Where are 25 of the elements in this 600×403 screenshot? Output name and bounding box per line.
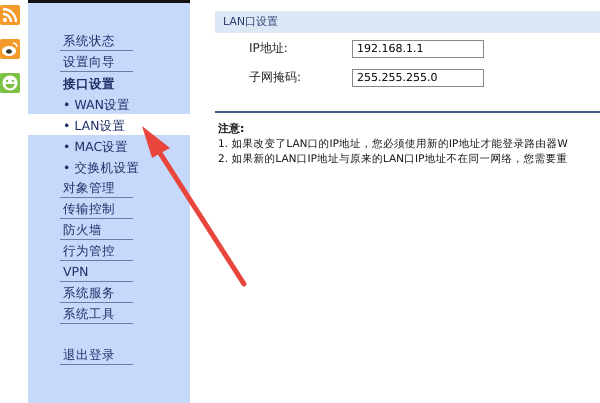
notes-title: 注意: — [218, 121, 246, 136]
input-field[interactable]: 255.255.255.0 — [352, 68, 484, 86]
sidebar-item[interactable]: 对象管理 — [60, 178, 133, 198]
sidebar-item[interactable]: 系统状态 — [60, 31, 133, 51]
sidebar-item[interactable]: 系统工具 — [60, 304, 133, 324]
sidebar-item[interactable]: VPN — [60, 262, 133, 282]
input-field[interactable]: 192.168.1.1 — [352, 40, 484, 58]
sidebar-item[interactable]: • 交换机设置 — [60, 158, 140, 177]
sidebar-item[interactable]: 系统服务 — [60, 283, 133, 303]
field-label: IP地址: — [248, 40, 289, 57]
sidebar-item[interactable]: 行为管控 — [60, 241, 133, 261]
eye-icon[interactable] — [0, 39, 20, 59]
sidebar-item[interactable]: 设置向导 — [60, 52, 133, 72]
smiley-icon[interactable] — [0, 73, 20, 93]
note-text: 1. 如果改变了LAN口的IP地址，您必须使用新的IP地址才能登录路由器W — [218, 137, 569, 152]
panel-title: LAN口设置 — [215, 11, 600, 33]
sidebar-item[interactable]: 传输控制 — [60, 199, 133, 219]
sidebar-item[interactable]: • MAC设置 — [60, 137, 133, 156]
field-label: 子网掩码: — [248, 69, 302, 86]
note-text: 2. 如果新的LAN口IP地址与原来的LAN口IP地址不在同一网络，您需要重 — [218, 152, 568, 167]
sidebar-item[interactable]: 接口设置 — [60, 74, 133, 93]
sidebar-item[interactable]: 退出登录 — [60, 345, 133, 365]
sidebar-item[interactable]: 防火墙 — [60, 220, 133, 240]
sidebar-item[interactable]: • WAN设置 — [60, 95, 133, 114]
rss-icon[interactable] — [0, 5, 20, 25]
